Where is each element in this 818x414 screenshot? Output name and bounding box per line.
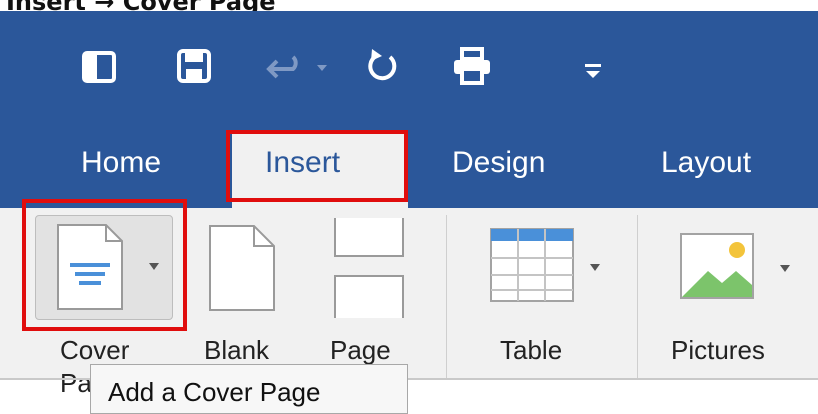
print-icon[interactable] xyxy=(452,47,492,85)
cover-page-label-line2: Pa xyxy=(60,368,92,398)
cover-page-highlight xyxy=(22,199,187,331)
tab-layout[interactable]: Layout xyxy=(661,146,751,180)
blank-page-icon[interactable] xyxy=(208,224,278,314)
page-break-icon[interactable] xyxy=(333,218,405,318)
pictures-label: Pictures xyxy=(671,335,765,365)
tab-home[interactable]: Home xyxy=(81,146,161,180)
blank-page-label: Blank xyxy=(204,335,270,365)
redo-icon[interactable] xyxy=(366,47,400,85)
group-separator xyxy=(446,215,447,380)
pictures-icon[interactable] xyxy=(680,233,800,305)
sidebar-icon[interactable] xyxy=(82,51,116,83)
tooltip: Add a Cover Page xyxy=(90,364,408,414)
page-break-label: Page xyxy=(330,335,391,365)
tooltip-text: Add a Cover Page xyxy=(108,377,321,407)
cover-page-label: Cover xyxy=(60,335,130,365)
insert-tab-highlight xyxy=(226,130,408,202)
table-icon[interactable] xyxy=(490,228,610,308)
group-separator xyxy=(637,215,638,380)
tab-design[interactable]: Design xyxy=(452,146,545,180)
customize-icon[interactable] xyxy=(584,63,602,79)
table-label: Table xyxy=(500,335,563,365)
undo-icon[interactable] xyxy=(265,53,335,83)
save-icon[interactable] xyxy=(177,49,211,83)
